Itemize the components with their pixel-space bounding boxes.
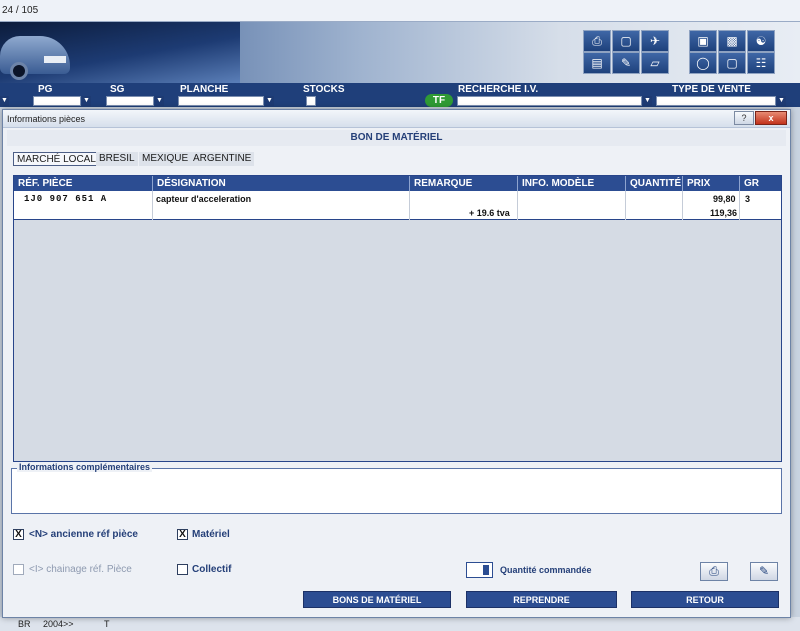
reprendre-button[interactable]: REPRENDRE (466, 591, 617, 608)
edit-button[interactable]: ✎ (750, 562, 778, 581)
table-row[interactable]: 1J0 907 651 A capteur d'acceleration + 1… (14, 191, 781, 220)
bons-materiel-button[interactable]: BONS DE MATÉRIEL (303, 591, 451, 608)
plane-icon[interactable]: ✈ (641, 30, 669, 52)
type-vente-select[interactable] (656, 96, 776, 106)
parts-info-dialog: Informations pièces ? x BON DE MATÉRIEL … (2, 109, 791, 618)
retour-button[interactable]: RETOUR (631, 591, 779, 608)
dialog-title: Informations pièces (7, 114, 86, 124)
cell-divider (517, 191, 625, 220)
cell-prix: 99,80 (713, 194, 736, 204)
chainage-label: <I> chainage réf. Pièce (29, 564, 132, 575)
app-status-bar: BR 2004>> T (0, 617, 800, 631)
filter-label-type-vente: TYPE DE VENTE (672, 84, 751, 95)
cart-icon[interactable]: ☯ (747, 30, 775, 52)
materiel-label[interactable]: Matériel (192, 529, 230, 540)
pencil-icon[interactable]: ✎ (612, 52, 640, 74)
status-br: BR (18, 619, 31, 629)
collectif-checkbox[interactable] (177, 564, 188, 575)
vehicle-icon[interactable]: ▢ (718, 52, 746, 74)
column-header-designation[interactable]: DÉSIGNATION (152, 176, 409, 191)
cell-gr: 3 (745, 194, 751, 204)
filter-label-recherche: RECHERCHE I.V. (458, 84, 539, 95)
status-year: 2004>> (43, 619, 74, 629)
ancienne-ref-label[interactable]: <N> ancienne réf pièce (29, 529, 138, 540)
dropdown-arrow-icon[interactable]: ▼ (0, 96, 9, 106)
text-cursor (483, 565, 489, 575)
column-header-prix[interactable]: PRIX (682, 176, 739, 191)
cell-divider (625, 191, 682, 220)
quantity-input[interactable] (466, 562, 493, 578)
card-icon[interactable]: ▤ (583, 52, 611, 74)
cell-remarque: + 19.6 tva (469, 208, 510, 218)
filter-label-stocks: STOCKS (303, 84, 345, 95)
print-button[interactable]: ⎙ (700, 562, 728, 581)
dropdown-arrow-icon[interactable]: ▼ (155, 96, 164, 106)
page-counter: 24 / 105 (2, 5, 39, 16)
printer-icon: ⎙ (709, 564, 719, 578)
pg-select[interactable] (33, 96, 81, 106)
column-header-gr[interactable]: GR (739, 176, 781, 191)
tab-argentine[interactable]: ARGENTINE (190, 152, 255, 166)
tf-badge[interactable]: TF (425, 94, 453, 107)
recherche-input[interactable] (457, 96, 642, 106)
additional-info-box[interactable] (11, 468, 782, 514)
tab-bresil[interactable]: BRESIL (96, 152, 138, 166)
parts-table: RÉF. PIÈCE DÉSIGNATION REMARQUE INFO. MO… (13, 175, 782, 462)
column-header-info-modele[interactable]: INFO. MODÈLE (517, 176, 625, 191)
chainage-checkbox (13, 564, 24, 575)
sg-select[interactable] (106, 96, 154, 106)
additional-info-legend: Informations complémentaires (17, 462, 153, 472)
car-plate (44, 56, 66, 63)
cell-designation: capteur d'acceleration (156, 194, 252, 204)
filter-label-planche: PLANCHE (180, 84, 229, 95)
monitor-icon[interactable]: ▩ (718, 30, 746, 52)
basket-icon[interactable]: ☷ (747, 52, 775, 74)
car-wheel (10, 62, 28, 80)
app-titlebar: 24 / 105 (0, 0, 800, 22)
table-header: RÉF. PIÈCE DÉSIGNATION REMARQUE INFO. MO… (14, 176, 781, 191)
tab-mexique[interactable]: MEXIQUE (139, 152, 192, 166)
dropdown-arrow-icon[interactable]: ▼ (643, 96, 652, 106)
quantity-label: Quantité commandée (500, 565, 592, 575)
document-icon[interactable]: ▣ (689, 30, 717, 52)
window-icon[interactable]: ▢ (612, 30, 640, 52)
dropdown-arrow-icon[interactable]: ▼ (265, 96, 274, 106)
printer-icon[interactable]: ⎙ (583, 30, 611, 52)
section-title: BON DE MATÉRIEL (7, 130, 786, 146)
column-header-ref[interactable]: RÉF. PIÈCE (14, 176, 152, 191)
tab-marche-local[interactable]: MARCHÉ LOCAL (13, 152, 100, 166)
help-button[interactable]: ? (734, 111, 754, 125)
dialog-titlebar[interactable]: Informations pièces ? x (3, 110, 790, 128)
car-icon[interactable]: ▱ (641, 52, 669, 74)
dropdown-arrow-icon[interactable]: ▼ (777, 96, 786, 106)
status-t: T (104, 619, 110, 629)
link-icon[interactable]: ◯ (689, 52, 717, 74)
cell-ref: 1J0 907 651 A (24, 194, 108, 204)
edit-icon: ✎ (758, 564, 770, 578)
cell-prix-ttc: 119,36 (710, 208, 738, 218)
dropdown-arrow-icon[interactable]: ▼ (82, 96, 91, 106)
ancienne-ref-checkbox[interactable]: X (13, 529, 24, 540)
car-banner (0, 22, 240, 83)
filter-label-sg: SG (110, 84, 125, 95)
materiel-checkbox[interactable]: X (177, 529, 188, 540)
filter-label-pg: PG (38, 84, 53, 95)
close-button[interactable]: x (755, 111, 787, 125)
column-header-quantite[interactable]: QUANTITÉ (625, 176, 682, 191)
column-header-remarque[interactable]: REMARQUE (409, 176, 517, 191)
stocks-checkbox[interactable] (306, 96, 316, 106)
collectif-label[interactable]: Collectif (192, 564, 231, 575)
planche-select[interactable] (178, 96, 264, 106)
